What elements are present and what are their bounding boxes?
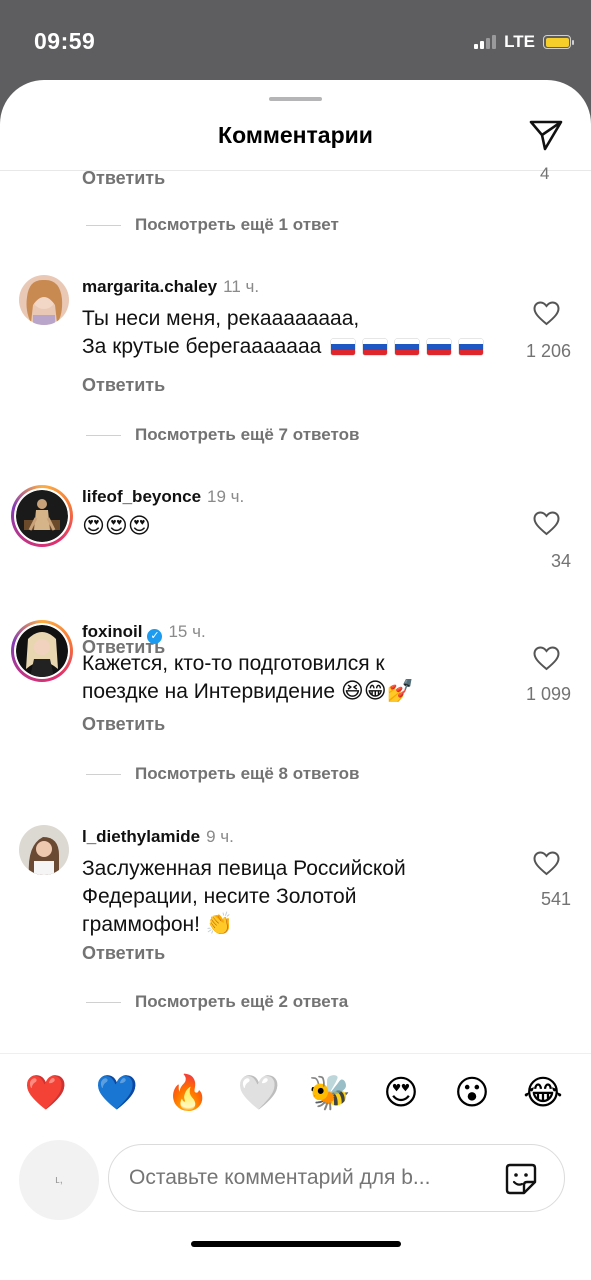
user-avatar[interactable]: ʟ, bbox=[19, 1140, 99, 1220]
comment-header: foxinoil ✓ 15 ч. bbox=[82, 622, 206, 644]
divider-line bbox=[86, 773, 121, 775]
sticker-icon[interactable] bbox=[504, 1162, 538, 1196]
avatar bbox=[16, 625, 68, 677]
comment-line: Федерации, несите Золотой bbox=[82, 885, 357, 908]
reply-button[interactable]: Ответить bbox=[82, 375, 165, 396]
timestamp: 19 ч. bbox=[207, 487, 245, 506]
signal-icon bbox=[474, 35, 497, 49]
clapping-hands-emoji: 👏 bbox=[205, 912, 234, 937]
comment-text: Ты неси меня, рекаааааааа, За крутые бер… bbox=[82, 305, 497, 361]
story-avatar[interactable] bbox=[11, 485, 73, 547]
view-replies-label: Посмотреть ещё 2 ответа bbox=[135, 992, 349, 1011]
view-replies-button[interactable]: Посмотреть ещё 2 ответа bbox=[86, 992, 348, 1012]
timestamp: 9 ч. bbox=[206, 827, 234, 846]
view-replies-label: Посмотреть ещё 1 ответ bbox=[135, 215, 339, 234]
comment-line: Ты неси меня, рекаааааааа, bbox=[82, 307, 360, 330]
sheet-title: Комментарии bbox=[218, 122, 373, 148]
status-indicators: LTE bbox=[474, 32, 574, 52]
status-bar: 09:59 LTE bbox=[0, 0, 591, 80]
like-count: 1 206 bbox=[525, 341, 571, 361]
comment-header: l_diethylamide 9 ч. bbox=[82, 827, 234, 847]
heart-icon[interactable] bbox=[533, 851, 560, 876]
sheet-grabber[interactable] bbox=[269, 97, 322, 101]
avatar[interactable] bbox=[19, 825, 69, 875]
username[interactable]: lifeof_beyonce bbox=[82, 487, 201, 506]
reply-button[interactable]: Ответить bbox=[82, 943, 165, 964]
heart-icon[interactable] bbox=[533, 511, 560, 536]
heart-icon[interactable] bbox=[533, 301, 560, 326]
comment-line: Заслуженная певица Российской bbox=[82, 857, 406, 880]
network-label: LTE bbox=[504, 32, 535, 51]
story-avatar[interactable] bbox=[11, 620, 73, 682]
divider-line bbox=[86, 224, 121, 226]
view-replies-button[interactable]: Посмотреть ещё 1 ответ bbox=[86, 215, 339, 235]
divider-line bbox=[86, 434, 121, 436]
view-replies-button[interactable]: Посмотреть ещё 7 ответов bbox=[86, 425, 359, 445]
like-count: 4 bbox=[540, 164, 550, 183]
russian-flag-emojis bbox=[331, 335, 491, 358]
timestamp: 15 ч. bbox=[168, 622, 206, 641]
russian-flag-icon bbox=[363, 339, 388, 355]
russian-flag-icon bbox=[331, 339, 356, 355]
bee-reaction-button[interactable]: 🐝 bbox=[307, 1070, 353, 1116]
laughing-grinning-nails-emojis: 😆😁💅 bbox=[340, 679, 415, 704]
white-heart-reaction-button[interactable]: 🤍 bbox=[236, 1070, 282, 1116]
comment-line: Кажется, кто-то подготовился к bbox=[82, 652, 385, 675]
blue-heart-reaction-button[interactable]: 💙 bbox=[94, 1070, 140, 1116]
comment-line: За крутые берегааааааа bbox=[82, 335, 322, 358]
like-count: 541 bbox=[540, 889, 571, 909]
avatar[interactable] bbox=[19, 275, 69, 325]
view-replies-label: Посмотреть ещё 8 ответов bbox=[135, 764, 360, 783]
view-replies-button[interactable]: Посмотреть ещё 8 ответов bbox=[86, 764, 359, 784]
surprised-reaction-button[interactable]: 😮 bbox=[449, 1070, 495, 1116]
comment-header: lifeof_beyonce 19 ч. bbox=[82, 487, 244, 507]
verified-badge-icon: ✓ bbox=[147, 629, 163, 644]
username[interactable]: l_diethylamide bbox=[82, 827, 200, 846]
username[interactable]: foxinoil bbox=[82, 622, 142, 641]
russian-flag-icon bbox=[427, 339, 452, 355]
reply-button[interactable]: Ответить bbox=[82, 168, 165, 189]
comment-composer bbox=[108, 1144, 565, 1212]
comments-sheet: Комментарии Ответить 4 Посмотреть ещё 1 … bbox=[0, 80, 591, 1280]
fire-reaction-button[interactable]: 🔥 bbox=[165, 1070, 211, 1116]
russian-flag-icon bbox=[459, 339, 484, 355]
heart-eyes-emojis: 😍😍😍 bbox=[82, 514, 151, 539]
comment-line: поездке на Интервидение bbox=[82, 680, 335, 703]
laughing-tears-reaction-button[interactable]: 😂 bbox=[520, 1070, 566, 1116]
reply-button[interactable]: Ответить bbox=[82, 714, 165, 735]
comment-line-with-flags: За крутые берегааааааа bbox=[82, 333, 497, 361]
like-count: 34 bbox=[550, 551, 571, 571]
username[interactable]: margarita.chaley bbox=[82, 277, 217, 296]
heart-eyes-reaction-button[interactable]: 😍 bbox=[378, 1070, 424, 1116]
composer-divider bbox=[0, 1053, 591, 1054]
send-icon[interactable] bbox=[528, 118, 564, 152]
avatar bbox=[16, 490, 68, 542]
timestamp: 11 ч. bbox=[223, 277, 260, 296]
status-time: 09:59 bbox=[34, 28, 96, 54]
divider-line bbox=[86, 1001, 121, 1003]
home-indicator bbox=[191, 1241, 401, 1247]
heart-icon[interactable] bbox=[533, 646, 560, 671]
view-replies-label: Посмотреть ещё 7 ответов bbox=[135, 425, 360, 444]
comment-line: граммофон! bbox=[82, 913, 200, 936]
comment-text: Заслуженная певица Российской Федерации,… bbox=[82, 855, 497, 939]
battery-icon bbox=[543, 35, 574, 49]
comment-input[interactable] bbox=[129, 1166, 469, 1190]
russian-flag-icon bbox=[395, 339, 420, 355]
quick-reaction-bar: ❤️ 💙 🔥 🤍 🐝 😍 😮 😂 bbox=[0, 1070, 591, 1120]
comment-text: 😍😍😍 bbox=[82, 513, 497, 541]
like-count: 1 099 bbox=[525, 684, 571, 704]
comment-header: margarita.chaley 11 ч. bbox=[82, 277, 259, 297]
red-heart-reaction-button[interactable]: ❤️ bbox=[23, 1070, 69, 1116]
comment-text: Кажется, кто-то подготовился к поездке н… bbox=[82, 650, 497, 706]
